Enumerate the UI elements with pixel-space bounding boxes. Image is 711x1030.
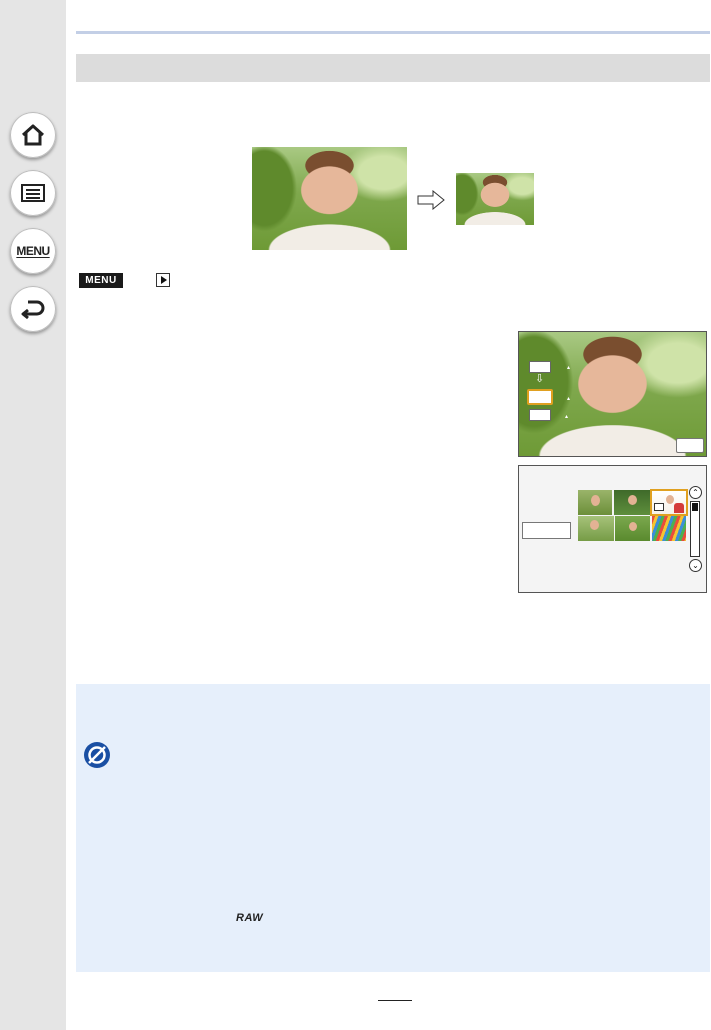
original-photo (252, 147, 407, 250)
raw-icon: RAW (236, 912, 264, 924)
section-heading-bar (76, 54, 710, 82)
menu-icon: MENU (16, 244, 50, 258)
thumbnail[interactable] (614, 490, 650, 515)
back-icon (21, 300, 45, 320)
thumbnail[interactable] (615, 516, 650, 541)
size-marker-icon: ▴ (567, 396, 571, 402)
size-option-box[interactable] (529, 361, 551, 373)
down-arrow-icon: ⇩ (535, 373, 545, 385)
contents-button[interactable] (10, 170, 56, 216)
resize-arrow-icon (417, 189, 445, 215)
notes-panel (76, 684, 710, 972)
menu-path-badge: MENU (79, 273, 123, 288)
list-icon (21, 184, 45, 202)
page-number-rule (378, 1000, 412, 1001)
not-available-icon (83, 741, 111, 774)
size-marker-icon: ▴ (565, 414, 569, 420)
back-button[interactable] (10, 286, 56, 332)
scroll-down-button[interactable]: ⌄ (689, 559, 702, 572)
video-icon (654, 503, 664, 511)
selection-label-box (522, 522, 571, 539)
set-button[interactable] (676, 438, 704, 453)
header-rule (76, 31, 710, 34)
playback-icon (156, 273, 170, 287)
thumbnail[interactable] (652, 516, 686, 541)
scroll-up-button[interactable]: ⌃ (689, 486, 702, 499)
resized-photo (456, 173, 534, 225)
menu-button[interactable]: MENU (10, 228, 56, 274)
thumbnail-selected[interactable] (650, 489, 688, 516)
scrollbar-thumb[interactable] (692, 503, 698, 511)
size-option-box[interactable] (529, 409, 551, 421)
size-marker-icon: ▴ (567, 365, 571, 371)
sidebar: MENU (0, 0, 66, 1030)
home-icon (21, 124, 45, 146)
thumbnail[interactable] (578, 516, 614, 541)
size-option-selected[interactable] (527, 389, 553, 405)
thumbnail[interactable] (578, 490, 612, 515)
home-button[interactable] (10, 112, 56, 158)
